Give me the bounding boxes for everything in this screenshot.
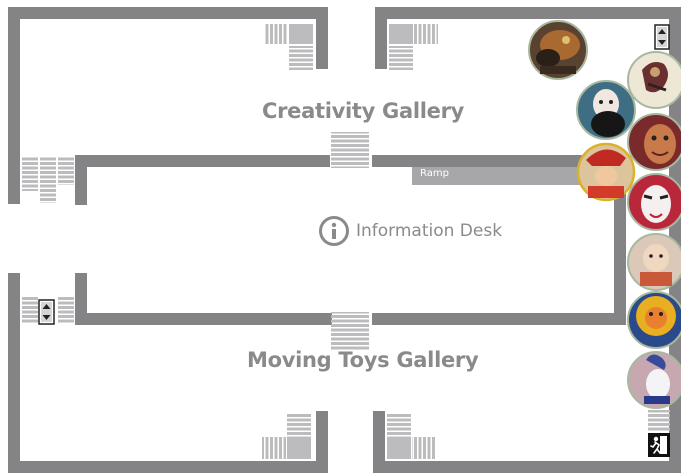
emergency-exit-icon[interactable] bbox=[648, 433, 670, 457]
stairs-center-lower bbox=[331, 312, 369, 350]
stairs-top-right-flight bbox=[389, 46, 413, 70]
stairs-top-left bbox=[264, 24, 288, 44]
thumbnail-painted-mask[interactable] bbox=[627, 113, 681, 171]
ramp-label: Ramp bbox=[420, 168, 449, 179]
thumbnail-golden-lion-head[interactable] bbox=[627, 291, 681, 349]
info-icon[interactable] bbox=[319, 216, 349, 246]
stairs-left-upper-a bbox=[22, 157, 38, 191]
elevator-icon[interactable] bbox=[654, 24, 670, 50]
thumbnail-painted-doll[interactable] bbox=[627, 233, 681, 291]
staircases bbox=[22, 24, 670, 459]
thumbnail-red-hat-figure[interactable] bbox=[576, 142, 636, 202]
thumbnail-bearded-puppet-head[interactable] bbox=[576, 80, 636, 140]
stairs-left-upper-b bbox=[40, 157, 56, 203]
stairs-top-right bbox=[414, 24, 438, 44]
stairs-bottom-left bbox=[262, 437, 286, 459]
stairs-top-right-landing bbox=[389, 24, 413, 44]
stairs-bottom-right bbox=[412, 437, 436, 459]
elevator-icon[interactable] bbox=[38, 299, 55, 325]
floor-plan-map bbox=[8, 7, 681, 473]
thumbnail-shadow-puppet[interactable] bbox=[627, 51, 681, 109]
stairs-top-left-landing bbox=[289, 24, 313, 44]
stairs-center-upper bbox=[331, 132, 369, 168]
stairs-right-bottom bbox=[648, 410, 670, 432]
stairs-left-upper-c bbox=[58, 157, 74, 185]
information-desk-label: Information Desk bbox=[356, 221, 503, 241]
thumbnail-lion-dance-puppet[interactable] bbox=[528, 20, 588, 80]
stairs-bottom-right-landing bbox=[387, 437, 411, 459]
moving-toys-gallery-label: Moving Toys Gallery bbox=[247, 348, 479, 372]
stairs-left-lower-c bbox=[58, 296, 74, 324]
stairs-bottom-left-landing bbox=[287, 437, 311, 459]
stairs-left-lower-a bbox=[22, 296, 38, 324]
creativity-gallery-label: Creativity Gallery bbox=[262, 99, 465, 123]
thumbnail-marionette-white-face[interactable] bbox=[627, 351, 681, 409]
stairs-bottom-left-flight bbox=[287, 413, 311, 437]
exhibit-thumbnails bbox=[528, 20, 681, 409]
stairs-top-left-flight bbox=[289, 46, 313, 70]
stairs-bottom-right-flight bbox=[387, 413, 411, 437]
thumbnail-opera-mask[interactable] bbox=[627, 173, 681, 231]
